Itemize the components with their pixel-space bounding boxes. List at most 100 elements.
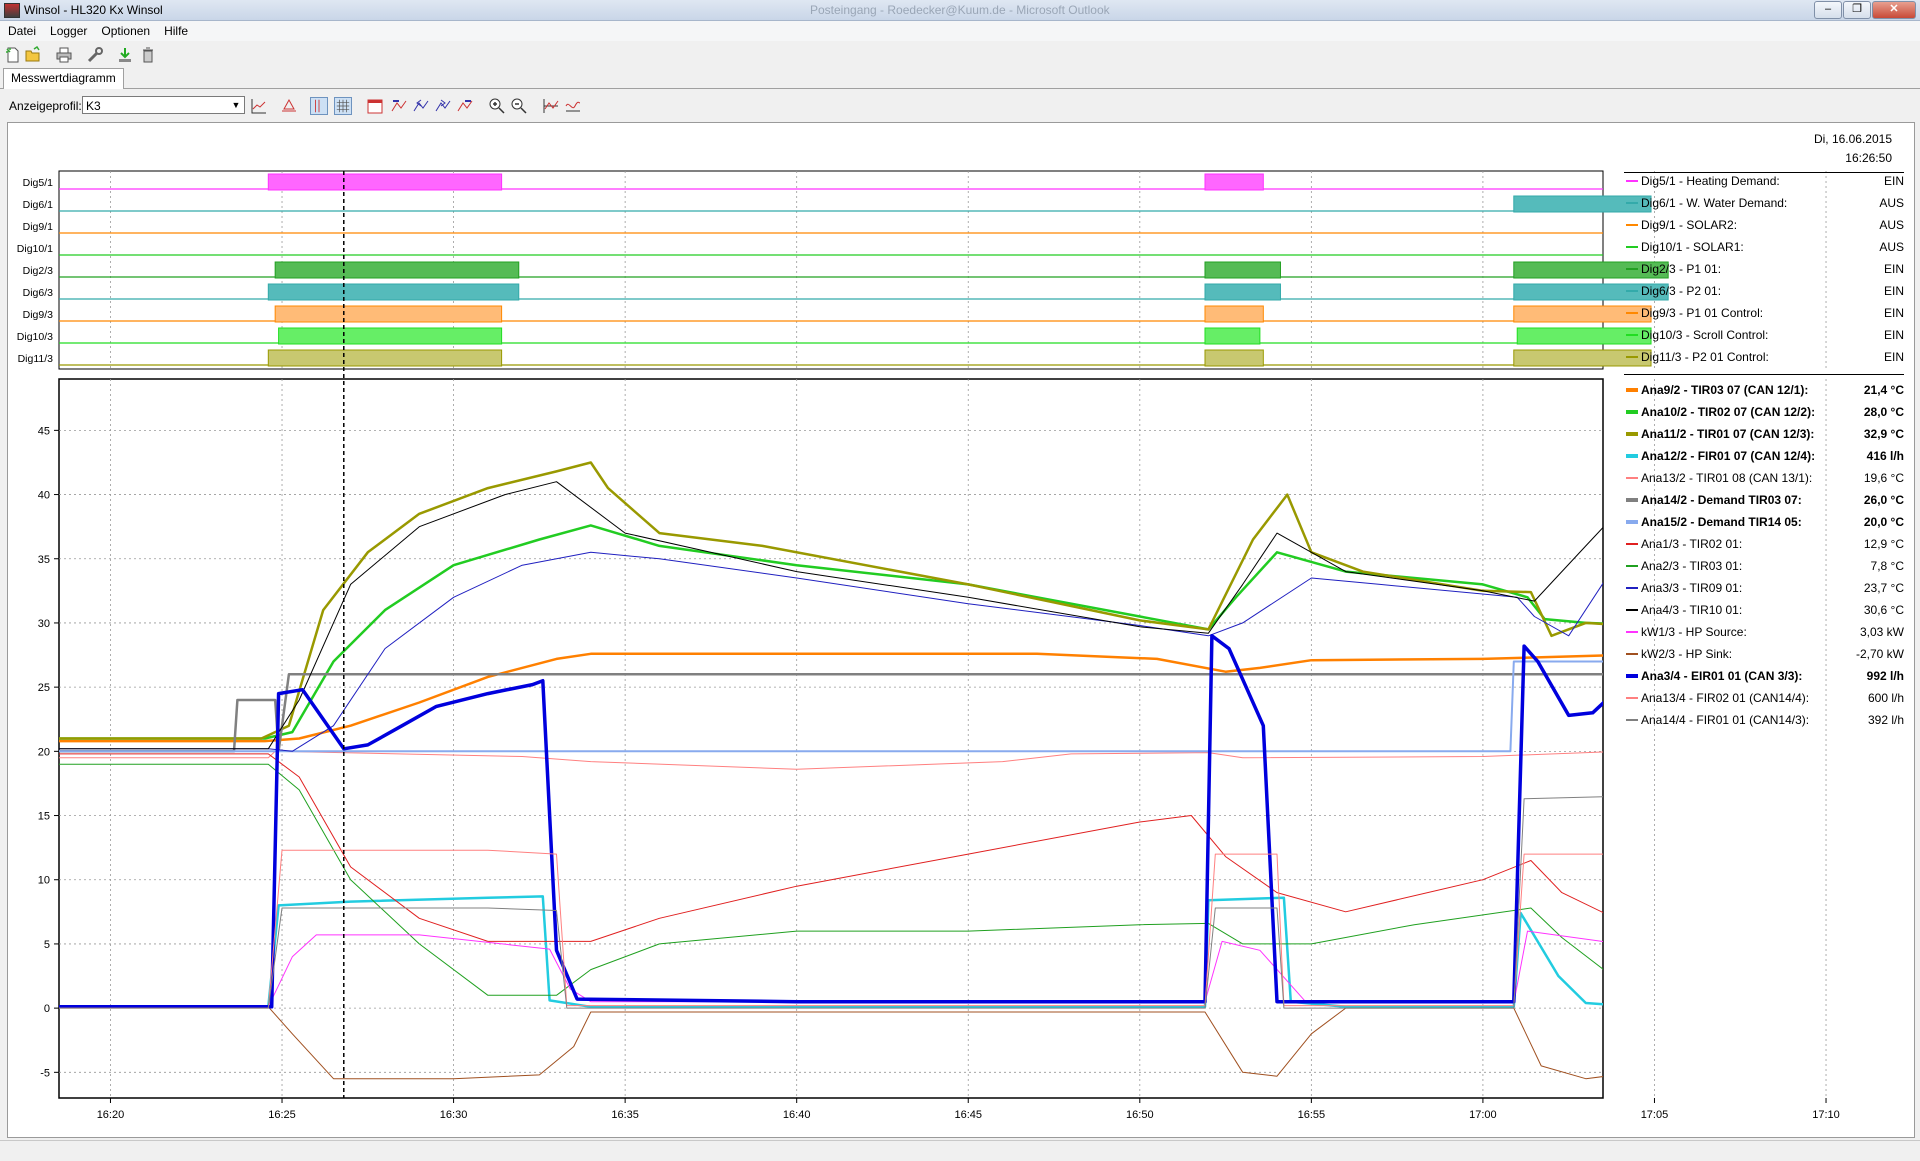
legend-row[interactable]: Ana10/2 - TIR02 07 (CAN 12/2): 28,0 °C [1624, 403, 1904, 421]
legend-row[interactable]: kW1/3 - HP Source: 3,03 kW [1624, 623, 1904, 641]
legend-value: 21,4 °C [1863, 383, 1904, 397]
legend-value: 992 l/h [1866, 669, 1904, 683]
legend-color-swatch [1626, 631, 1638, 633]
legend-label: Ana13/2 - TIR01 08 (CAN 13/1): [1641, 471, 1813, 485]
legend-value: AUS [1879, 240, 1904, 254]
legend-row[interactable]: Dig10/3 - Scroll Control: EIN [1624, 326, 1904, 344]
legend-row[interactable]: Ana13/2 - TIR01 08 (CAN 13/1): 19,6 °C [1624, 469, 1904, 487]
legend-color-swatch [1626, 454, 1638, 458]
legend-value: EIN [1883, 328, 1904, 342]
legend-row[interactable]: Dig9/1 - SOLAR2: AUS [1624, 216, 1904, 234]
legend-row[interactable]: Ana3/3 - TIR09 01: 23,7 °C [1624, 579, 1904, 597]
x-tick-label: 16:55 [1298, 1109, 1326, 1121]
legend-separator [1624, 374, 1904, 375]
legend-row[interactable]: Dig6/3 - P2 01: EIN [1624, 282, 1904, 300]
legend-color-swatch [1626, 719, 1638, 721]
legend-row[interactable]: Dig10/1 - SOLAR1: AUS [1624, 238, 1904, 256]
digital-on-bar [1204, 349, 1264, 367]
legend-value: 32,9 °C [1863, 427, 1904, 441]
legend-row[interactable]: Dig5/1 - Heating Demand: EIN [1624, 172, 1904, 190]
x-tick-label: 16:50 [1126, 1109, 1154, 1121]
legend-row[interactable]: Dig2/3 - P1 01: EIN [1624, 260, 1904, 278]
digital-channel-label: Dig11/3 [18, 353, 54, 365]
legend-row[interactable]: Ana13/4 - FIR02 01 (CAN14/4): 600 l/h [1624, 689, 1904, 707]
legend-label: kW1/3 - HP Source: [1641, 625, 1747, 639]
legend-value: 23,7 °C [1863, 581, 1904, 595]
legend-label: Ana3/4 - EIR01 01 (CAN 3/3): [1641, 669, 1803, 683]
legend-value: EIN [1883, 174, 1904, 188]
legend-color-swatch [1626, 477, 1638, 479]
legend-row[interactable]: Ana15/2 - Demand TIR14 05: 20,0 °C [1624, 513, 1904, 531]
x-tick-label: 16:20 [97, 1109, 125, 1121]
legend-label: Ana14/2 - Demand TIR03 07: [1641, 493, 1802, 507]
legend-color-swatch [1626, 246, 1638, 248]
legend-value: -2,70 kW [1855, 647, 1904, 661]
legend-label: Ana3/3 - TIR09 01: [1641, 581, 1743, 595]
legend-row[interactable]: Ana11/2 - TIR01 07 (CAN 12/3): 32,9 °C [1624, 425, 1904, 443]
legend-color-swatch [1626, 224, 1638, 226]
legend-value: 7,8 °C [1870, 559, 1904, 573]
digital-channel-label: Dig6/1 [23, 199, 54, 211]
legend-row[interactable]: kW2/3 - HP Sink: -2,70 kW [1624, 645, 1904, 663]
digital-on-bar [1204, 173, 1264, 191]
digital-on-bar [274, 261, 520, 279]
legend-color-swatch [1626, 587, 1638, 589]
legend-color-swatch [1626, 565, 1638, 567]
legend-color-swatch [1626, 543, 1638, 545]
x-tick-label: 17:00 [1469, 1109, 1497, 1121]
x-tick-label: 16:40 [783, 1109, 811, 1121]
x-tick-label: 17:10 [1812, 1109, 1840, 1121]
legend-row[interactable]: Ana9/2 - TIR03 07 (CAN 12/1): 21,4 °C [1624, 381, 1904, 399]
legend-row[interactable]: Ana1/3 - TIR02 01: 12,9 °C [1624, 535, 1904, 553]
status-bar [0, 1140, 1920, 1161]
digital-on-bar [1204, 283, 1281, 301]
legend-label: Ana12/2 - FIR01 07 (CAN 12/4): [1641, 449, 1816, 463]
y-tick-label: 15 [38, 811, 50, 823]
legend-row[interactable]: Ana2/3 - TIR03 01: 7,8 °C [1624, 557, 1904, 575]
y-tick-label: 5 [44, 939, 50, 951]
digital-on-bar [1204, 327, 1261, 345]
legend-row[interactable]: Dig9/3 - P1 01 Control: EIN [1624, 304, 1904, 322]
x-tick-label: 17:05 [1641, 1109, 1669, 1121]
digital-on-bar [267, 349, 503, 367]
legend-row[interactable]: Ana14/4 - FIR01 01 (CAN14/3): 392 l/h [1624, 711, 1904, 729]
y-tick-label: 0 [44, 1003, 50, 1015]
legend-label: Ana2/3 - TIR03 01: [1641, 559, 1743, 573]
x-tick-label: 16:25 [268, 1109, 296, 1121]
legend-value: EIN [1883, 262, 1904, 276]
digital-on-bar [1204, 305, 1264, 323]
legend-label: Dig10/1 - SOLAR1: [1641, 240, 1744, 254]
digital-channel-label: Dig10/3 [17, 331, 53, 343]
legend-value: 600 l/h [1867, 691, 1904, 705]
y-tick-label: -5 [40, 1067, 50, 1079]
digital-on-bar [274, 305, 503, 323]
legend-row[interactable]: Ana3/4 - EIR01 01 (CAN 3/3): 992 l/h [1624, 667, 1904, 685]
legend-value: AUS [1879, 196, 1904, 210]
y-tick-label: 35 [38, 554, 50, 566]
legend-label: Ana15/2 - Demand TIR14 05: [1641, 515, 1802, 529]
legend-row[interactable]: Ana12/2 - FIR01 07 (CAN 12/4): 416 l/h [1624, 447, 1904, 465]
y-tick-label: 20 [38, 746, 50, 758]
legend-label: Ana4/3 - TIR10 01: [1641, 603, 1743, 617]
x-tick-label: 16:35 [611, 1109, 639, 1121]
digital-channel-label: Dig2/3 [23, 265, 54, 277]
legend-label: Dig9/1 - SOLAR2: [1641, 218, 1738, 232]
legend-color-swatch [1626, 674, 1638, 678]
legend-top-separator [1624, 172, 1904, 173]
legend-label: Dig9/3 - P1 01 Control: [1641, 306, 1764, 320]
legend-value: 392 l/h [1867, 713, 1904, 727]
legend-color-swatch [1626, 268, 1638, 270]
legend-row[interactable]: Dig11/3 - P2 01 Control: EIN [1624, 348, 1904, 366]
legend-row[interactable]: Ana4/3 - TIR10 01: 30,6 °C [1624, 601, 1904, 619]
digital-channel-label: Dig10/1 [17, 243, 53, 255]
x-tick-label: 16:30 [440, 1109, 468, 1121]
legend-label: Ana9/2 - TIR03 07 (CAN 12/1): [1641, 383, 1809, 397]
legend-color-swatch [1626, 180, 1638, 182]
legend-row[interactable]: Ana14/2 - Demand TIR03 07: 26,0 °C [1624, 491, 1904, 509]
digital-on-bar [267, 283, 520, 301]
legend-row[interactable]: Dig6/1 - W. Water Demand: AUS [1624, 194, 1904, 212]
legend-label: Ana11/2 - TIR01 07 (CAN 12/3): [1641, 427, 1815, 441]
y-tick-label: 40 [38, 490, 50, 502]
legend-label: kW2/3 - HP Sink: [1641, 647, 1733, 661]
digital-channel-label: Dig9/1 [23, 221, 54, 233]
